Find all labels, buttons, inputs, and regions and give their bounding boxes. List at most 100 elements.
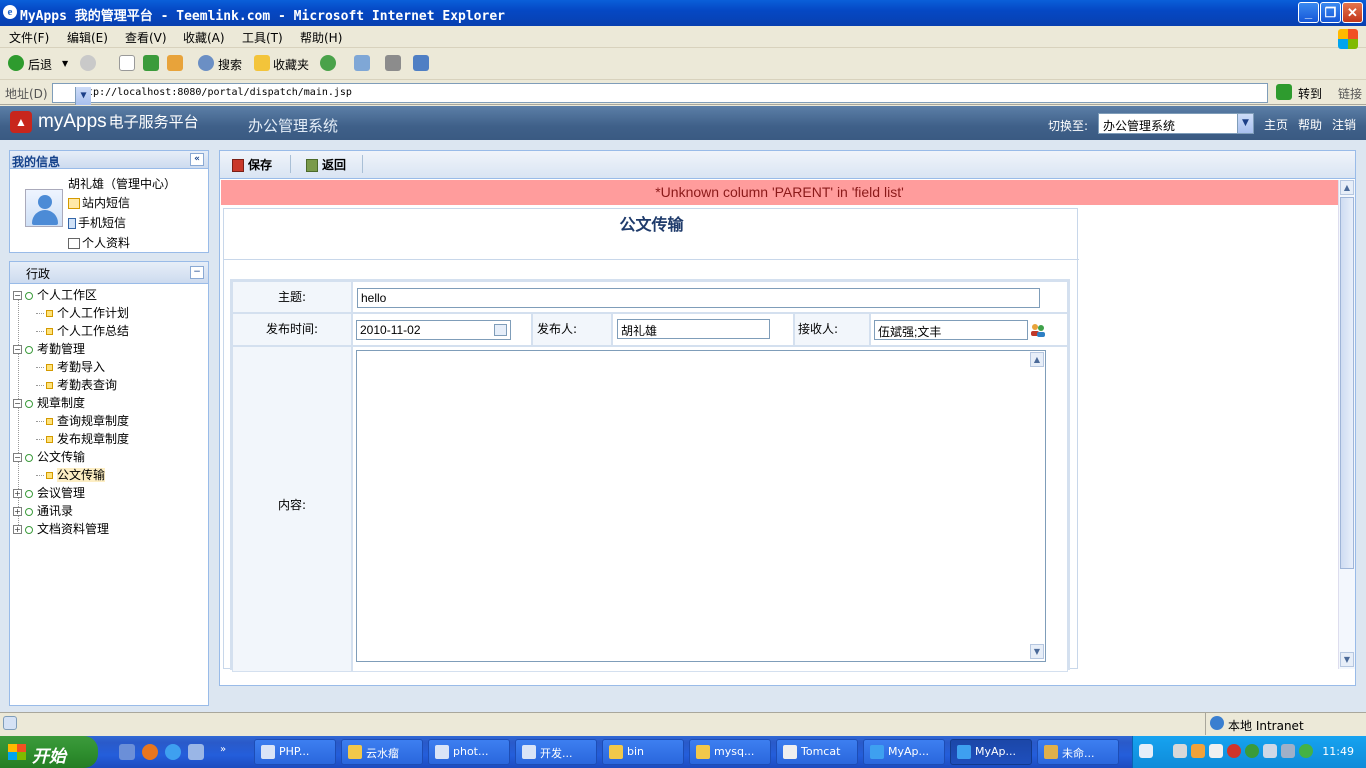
go-button[interactable]: 转到 <box>1298 85 1322 102</box>
mobile-message-link[interactable]: 手机短信 <box>68 214 126 231</box>
keyboard-icon[interactable] <box>1139 744 1153 758</box>
scroll-thumb[interactable] <box>1340 197 1354 569</box>
publisher-input[interactable]: 胡礼雄 <box>617 319 770 339</box>
help-link[interactable]: 帮助 <box>1298 116 1322 133</box>
tree-group-personal[interactable]: − 个人工作区 <box>13 286 97 303</box>
task-button[interactable]: 未命... <box>1037 739 1119 765</box>
ie-quicklaunch-icon[interactable] <box>165 744 181 760</box>
edit-page-icon[interactable] <box>413 55 429 71</box>
tree-item-attendance-import[interactable]: 考勤导入 <box>36 358 105 375</box>
task-button[interactable]: 开发... <box>515 739 597 765</box>
address-dropdown-icon[interactable]: ▼ <box>75 87 91 105</box>
collapse-toggle-icon[interactable]: − <box>13 453 22 462</box>
tray-shield-icon[interactable] <box>1227 744 1241 758</box>
back-arrow-icon[interactable] <box>8 55 24 71</box>
date-input[interactable]: 2010-11-02 <box>356 320 511 340</box>
expand-toggle-icon[interactable]: + <box>13 507 22 516</box>
menu-edit[interactable]: 编辑(E) <box>67 29 108 46</box>
scroll-down-icon[interactable]: ▼ <box>1340 652 1354 667</box>
back-button-form[interactable]: 返回 <box>306 156 346 173</box>
save-button[interactable]: 保存 <box>232 156 272 173</box>
tree-group-document[interactable]: − 公文传输 <box>13 448 85 465</box>
start-button[interactable]: 开始 <box>0 736 98 768</box>
close-button[interactable]: ✕ <box>1342 2 1363 23</box>
quicklaunch-desktop-icon[interactable] <box>119 744 135 760</box>
collapse-toggle-icon[interactable]: − <box>13 345 22 354</box>
menu-help[interactable]: 帮助(H) <box>300 29 342 46</box>
subject-input[interactable]: hello <box>357 288 1040 308</box>
refresh-icon[interactable] <box>143 55 159 71</box>
app-quicklaunch-icon[interactable] <box>188 744 204 760</box>
tree-group-attendance[interactable]: − 考勤管理 <box>13 340 85 357</box>
back-dropdown-icon[interactable]: ▼ <box>62 59 68 68</box>
tree-group-rules[interactable]: − 规章制度 <box>13 394 85 411</box>
tray-status-icon[interactable] <box>1299 744 1313 758</box>
stop-icon[interactable] <box>119 55 135 71</box>
task-button[interactable]: bin <box>602 739 684 765</box>
task-button[interactable]: Tomcat <box>776 739 858 765</box>
home-icon[interactable] <box>167 55 183 71</box>
menu-tools[interactable]: 工具(T) <box>242 29 283 46</box>
collapse-toggle-icon[interactable]: − <box>13 399 22 408</box>
tray-app-icon[interactable] <box>1173 744 1187 758</box>
system-switch-select[interactable]: 办公管理系统 ▼ <box>1098 113 1254 134</box>
go-arrow-icon[interactable] <box>1276 84 1292 100</box>
address-input[interactable]: http://localhost:8080/portal/dispatch/ma… <box>52 83 1268 105</box>
task-button-active[interactable]: MyAp... <box>950 739 1032 765</box>
profile-link[interactable]: 个人资料 <box>68 234 130 251</box>
logout-link[interactable]: 注销 <box>1332 116 1356 133</box>
maximize-button[interactable]: ❐ <box>1320 2 1341 23</box>
tree-item-attendance-query[interactable]: 考勤表查询 <box>36 376 117 393</box>
minimize-button[interactable]: _ <box>1298 2 1319 23</box>
favorites-button[interactable]: 收藏夹 <box>273 56 309 73</box>
task-button[interactable]: mysq... <box>689 739 771 765</box>
collapse-icon[interactable]: − <box>190 266 204 279</box>
favorites-star-icon[interactable] <box>254 55 270 71</box>
tree-item-work-plan[interactable]: 个人工作计划 <box>36 304 129 321</box>
scroll-up-icon[interactable]: ▲ <box>1030 352 1044 367</box>
mail-icon[interactable] <box>354 55 370 71</box>
site-message-link[interactable]: 站内短信 <box>68 194 130 211</box>
scroll-down-icon[interactable]: ▼ <box>1030 644 1044 659</box>
tray-user-icon[interactable] <box>1191 744 1205 758</box>
menu-view[interactable]: 查看(V) <box>125 29 167 46</box>
menu-file[interactable]: 文件(F) <box>9 29 49 46</box>
chevron-down-icon[interactable]: ▼ <box>1237 114 1253 133</box>
menu-favorites[interactable]: 收藏(A) <box>183 29 225 46</box>
tray-network-icon[interactable] <box>1209 744 1223 758</box>
content-textarea[interactable]: ▲ ▼ <box>356 350 1046 662</box>
collapse-toggle-icon[interactable]: − <box>13 291 22 300</box>
home-link[interactable]: 主页 <box>1264 116 1288 133</box>
tree-item-rules-query[interactable]: 查询规章制度 <box>36 412 129 429</box>
content-scrollbar[interactable]: ▲ ▼ <box>1338 180 1355 669</box>
tree-group-contacts[interactable]: + 通讯录 <box>13 502 73 519</box>
back-button[interactable]: 后退 <box>28 56 52 73</box>
window-title-bar[interactable]: e MyApps 我的管理平台 - Teemlink.com - Microso… <box>0 0 1366 26</box>
task-button[interactable]: 云水瘤 <box>341 739 423 765</box>
links-button[interactable]: 链接 <box>1338 85 1362 102</box>
expand-toggle-icon[interactable]: + <box>13 489 22 498</box>
firefox-icon[interactable] <box>142 744 158 760</box>
tray-security-icon[interactable] <box>1245 744 1259 758</box>
tree-group-meeting[interactable]: + 会议管理 <box>13 484 85 501</box>
search-button[interactable]: 搜索 <box>218 56 242 73</box>
tray-volume-icon[interactable] <box>1281 744 1295 758</box>
forward-arrow-icon[interactable] <box>80 55 96 71</box>
collapse-left-icon[interactable]: « <box>190 153 204 166</box>
expand-toggle-icon[interactable]: + <box>13 525 22 534</box>
tree-group-documents[interactable]: + 文档资料管理 <box>13 520 109 537</box>
tree-item-rules-publish[interactable]: 发布规章制度 <box>36 430 129 447</box>
scroll-up-icon[interactable]: ▲ <box>1340 180 1354 195</box>
media-icon[interactable] <box>320 55 336 71</box>
calendar-icon[interactable] <box>494 324 507 336</box>
select-users-icon[interactable] <box>1030 323 1046 337</box>
tree-item-document-transfer[interactable]: 公文传输 <box>36 466 106 483</box>
tree-item-work-summary[interactable]: 个人工作总结 <box>36 322 129 339</box>
tray-monitor-icon[interactable] <box>1263 744 1277 758</box>
receiver-input[interactable]: 伍斌强;文丰 <box>874 320 1028 340</box>
chevron-right-icon[interactable]: » <box>220 744 236 760</box>
task-button[interactable]: PHP... <box>254 739 336 765</box>
task-button[interactable]: phot... <box>428 739 510 765</box>
task-button[interactable]: MyAp... <box>863 739 945 765</box>
print-icon[interactable] <box>385 55 401 71</box>
